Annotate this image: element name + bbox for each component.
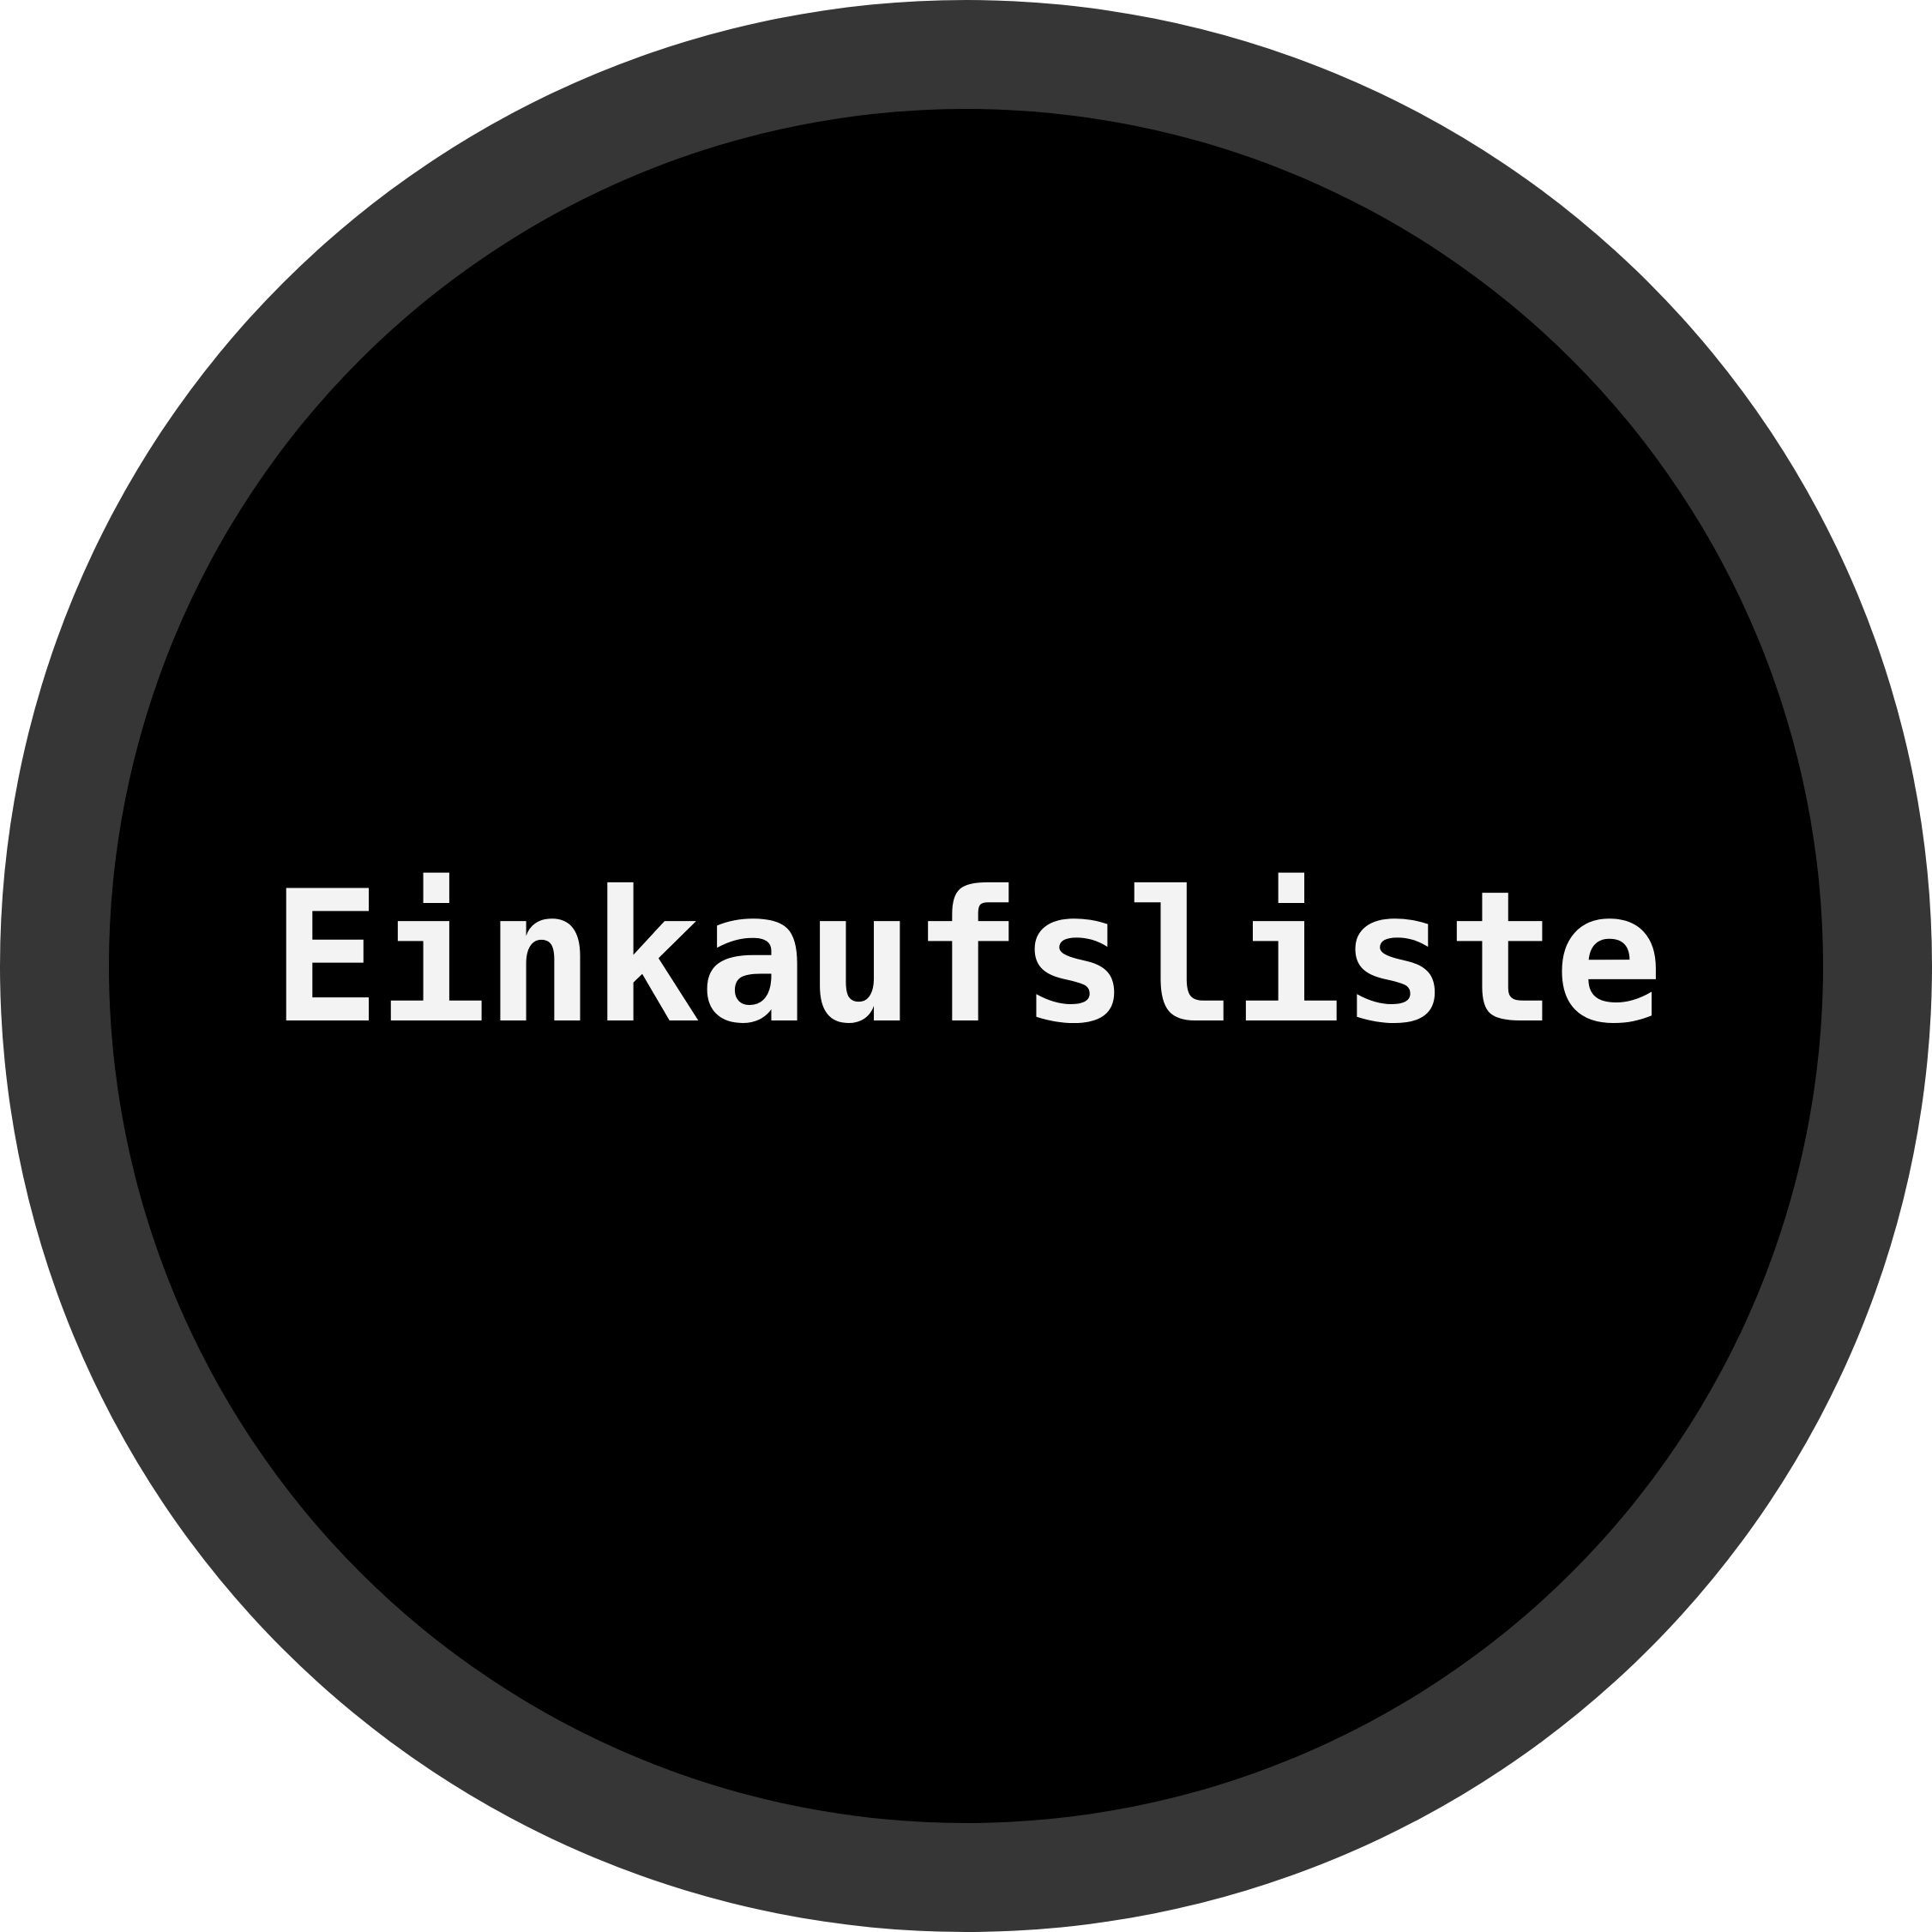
- badge-title: Einkaufsliste: [271, 851, 1663, 1063]
- app-badge[interactable]: Einkaufsliste: [0, 0, 1932, 1932]
- badge-disc: Einkaufsliste: [109, 109, 1823, 1823]
